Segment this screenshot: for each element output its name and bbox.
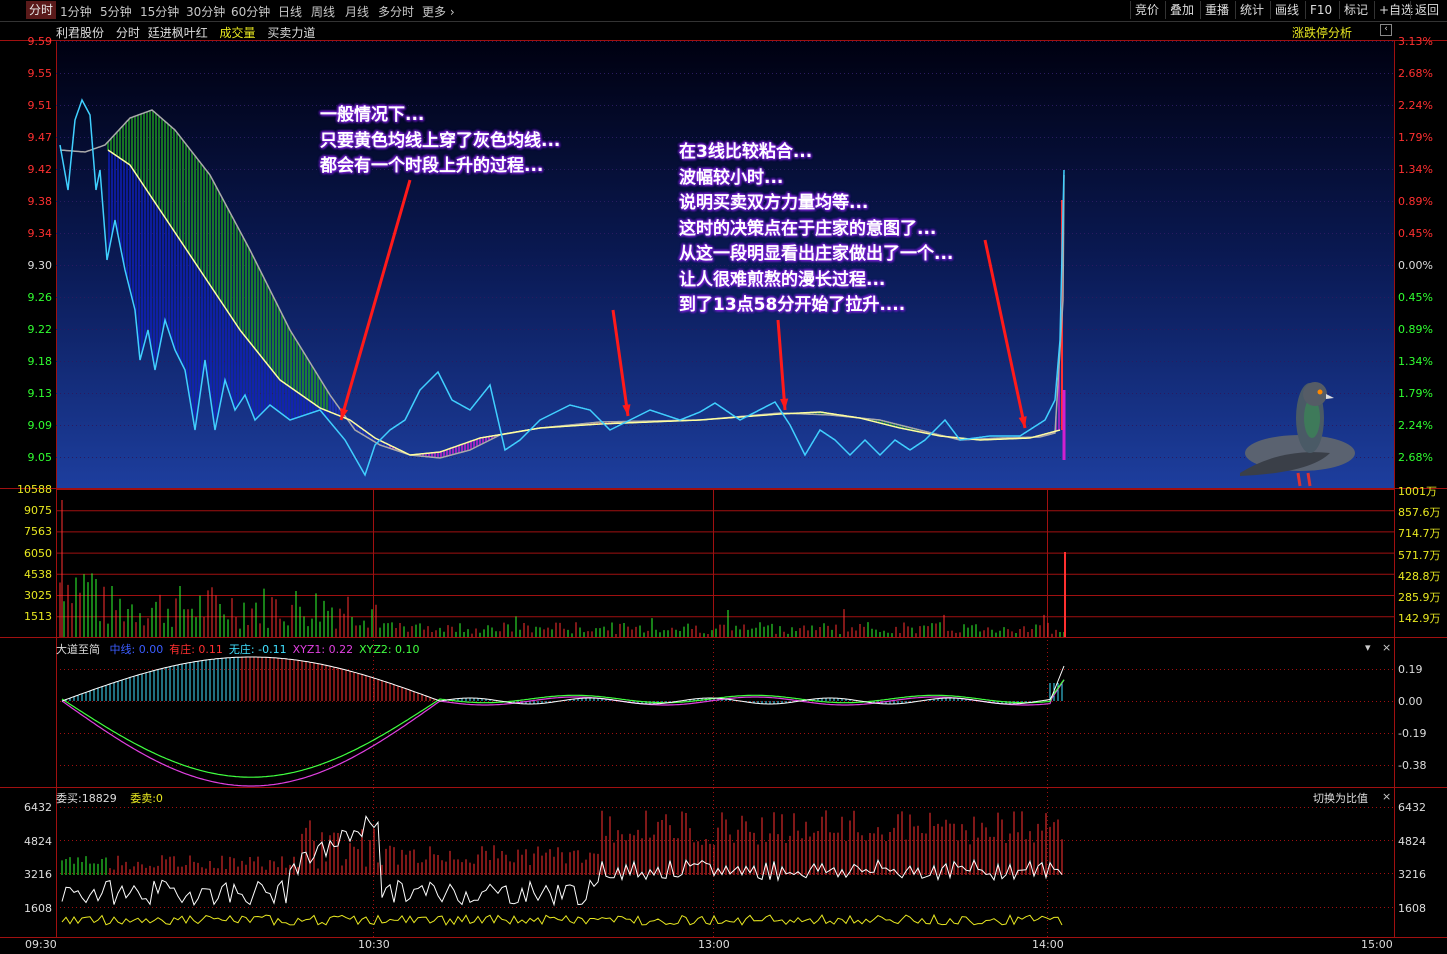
axis-tick-label: 9.26 xyxy=(27,291,53,304)
indicator-value: 有庄: 0.11 xyxy=(169,643,223,656)
axis-tick-label: 142.9万 xyxy=(1398,612,1441,626)
axis-tick-label: -0.19 xyxy=(1398,727,1427,740)
axis-tick-label: 9.47 xyxy=(27,131,53,144)
axis-tick-label: 9.22 xyxy=(27,323,53,336)
axis-tick-label: 0.45% xyxy=(1398,291,1433,304)
axis-tick-label: 6432 xyxy=(1398,801,1426,814)
axis-tick-label: 1513 xyxy=(24,610,52,624)
axis-tick-label: 428.8万 xyxy=(1398,569,1441,583)
annotation-text-1: 一般情况下... 只要黄色均线上穿了灰色均线... 都会有一个时段上升的过程..… xyxy=(320,105,561,176)
axis-tick-label: 9.38 xyxy=(27,195,53,208)
bid-total: 委买:18829 xyxy=(56,792,117,805)
axis-tick-label: 9075 xyxy=(24,504,52,518)
axis-tick-label: 9.13 xyxy=(27,387,53,400)
time-label: 10:30 xyxy=(358,938,390,951)
axis-tick-label: 7563 xyxy=(24,525,52,539)
axis-tick-label: 285.9万 xyxy=(1398,591,1441,604)
axis-tick-label: 4824 xyxy=(24,834,52,848)
indicator-value: 中线: 0.00 xyxy=(109,643,164,656)
time-label: 09:30 xyxy=(25,938,57,951)
axis-tick-label: 9.42 xyxy=(27,163,53,176)
ask-volume-line xyxy=(61,913,1063,926)
close-icon[interactable]: × xyxy=(1382,641,1391,654)
axis-tick-label: 9.18 xyxy=(27,355,53,368)
axis-tick-label: 857.6万 xyxy=(1398,506,1441,520)
axis-tick-label: 0.00 xyxy=(1398,695,1423,708)
axis-tick-label: 9.09 xyxy=(27,419,53,432)
axis-tick-label: 1001万 xyxy=(1398,485,1437,498)
axis-tick-label: 2.68% xyxy=(1398,451,1433,464)
axis-tick-label: 1.34% xyxy=(1398,355,1433,368)
axis-tick-label: 4824 xyxy=(1398,834,1426,848)
switch-ratio-button[interactable]: 切换为比值 xyxy=(1313,790,1368,806)
pigeon-shape xyxy=(1306,472,1312,487)
axis-tick-label: 0.45% xyxy=(1398,227,1433,240)
axis-tick-label: 1.34% xyxy=(1398,163,1433,176)
ask-total: 委卖:0 xyxy=(130,792,163,805)
axis-tick-label: 2.68% xyxy=(1398,67,1433,80)
close-icon[interactable]: × xyxy=(1382,790,1391,803)
indicator-title: 大道至简 xyxy=(56,643,100,656)
order-panel-header: 委买:18829 委卖:0 xyxy=(56,790,163,806)
axis-tick-label: -0.38 xyxy=(1398,759,1427,772)
axis-tick-label: 9.51 xyxy=(27,99,53,112)
axis-tick-label: 4538 xyxy=(24,567,52,581)
axis-tick-label: 1608 xyxy=(24,901,52,915)
axis-tick-label: 6432 xyxy=(24,801,52,814)
axis-tick-label: 3216 xyxy=(24,868,52,881)
axis-tick-label: 9.59 xyxy=(27,35,53,48)
axis-tick-label: 714.7万 xyxy=(1398,527,1441,541)
axis-tick-label: 0.89% xyxy=(1398,195,1433,208)
time-label: 13:00 xyxy=(698,938,730,951)
pigeon-shape xyxy=(1317,389,1323,395)
axis-tick-label: 571.7万 xyxy=(1398,548,1441,562)
axis-tick-label: 1.79% xyxy=(1398,387,1433,400)
axis-tick-label: 0.00% xyxy=(1398,259,1433,272)
time-label: 14:00 xyxy=(1032,938,1064,951)
axis-tick-label: 9.05 xyxy=(27,451,53,464)
pigeon-shape xyxy=(1296,472,1302,487)
axis-tick-label: 9.55 xyxy=(27,67,53,80)
indicator-value: XYZ2: 0.10 xyxy=(359,643,420,656)
axis-tick-label: 3.13% xyxy=(1398,35,1433,48)
axis-tick-label: 1608 xyxy=(1398,901,1426,915)
xyz2-line xyxy=(61,679,1065,778)
axis-tick-label: 9.34 xyxy=(27,227,53,240)
axis-tick-label: 1.79% xyxy=(1398,131,1433,144)
indicator-value: 无庄: -0.11 xyxy=(228,643,287,656)
pigeon-shape xyxy=(1303,382,1327,406)
indicator-value: XYZ1: 0.22 xyxy=(292,643,354,656)
axis-tick-label: 3025 xyxy=(24,589,52,602)
annotation-text-2: 在3线比较粘合... 波幅较小时... 说明买卖双方力量均等... 这时的决策点… xyxy=(679,142,954,315)
axis-tick-label: 3216 xyxy=(1398,868,1426,881)
dropdown-icon[interactable]: ▾ xyxy=(1365,641,1371,654)
axis-tick-label: 2.24% xyxy=(1398,99,1433,112)
axis-tick-label: 10588 xyxy=(17,483,52,496)
axis-tick-label: 0.19 xyxy=(1398,663,1423,676)
axis-tick-label: 6050 xyxy=(24,546,52,560)
axis-tick-label: 9.30 xyxy=(27,259,53,272)
axis-tick-label: 0.89% xyxy=(1398,323,1433,336)
time-label: 15:00 xyxy=(1361,938,1393,951)
indicator-panel-header: 大道至简 中线: 0.00 有庄: 0.11 无庄: -0.11 XYZ1: 0.22… xyxy=(56,641,420,657)
axis-tick-label: 2.24% xyxy=(1398,419,1433,432)
